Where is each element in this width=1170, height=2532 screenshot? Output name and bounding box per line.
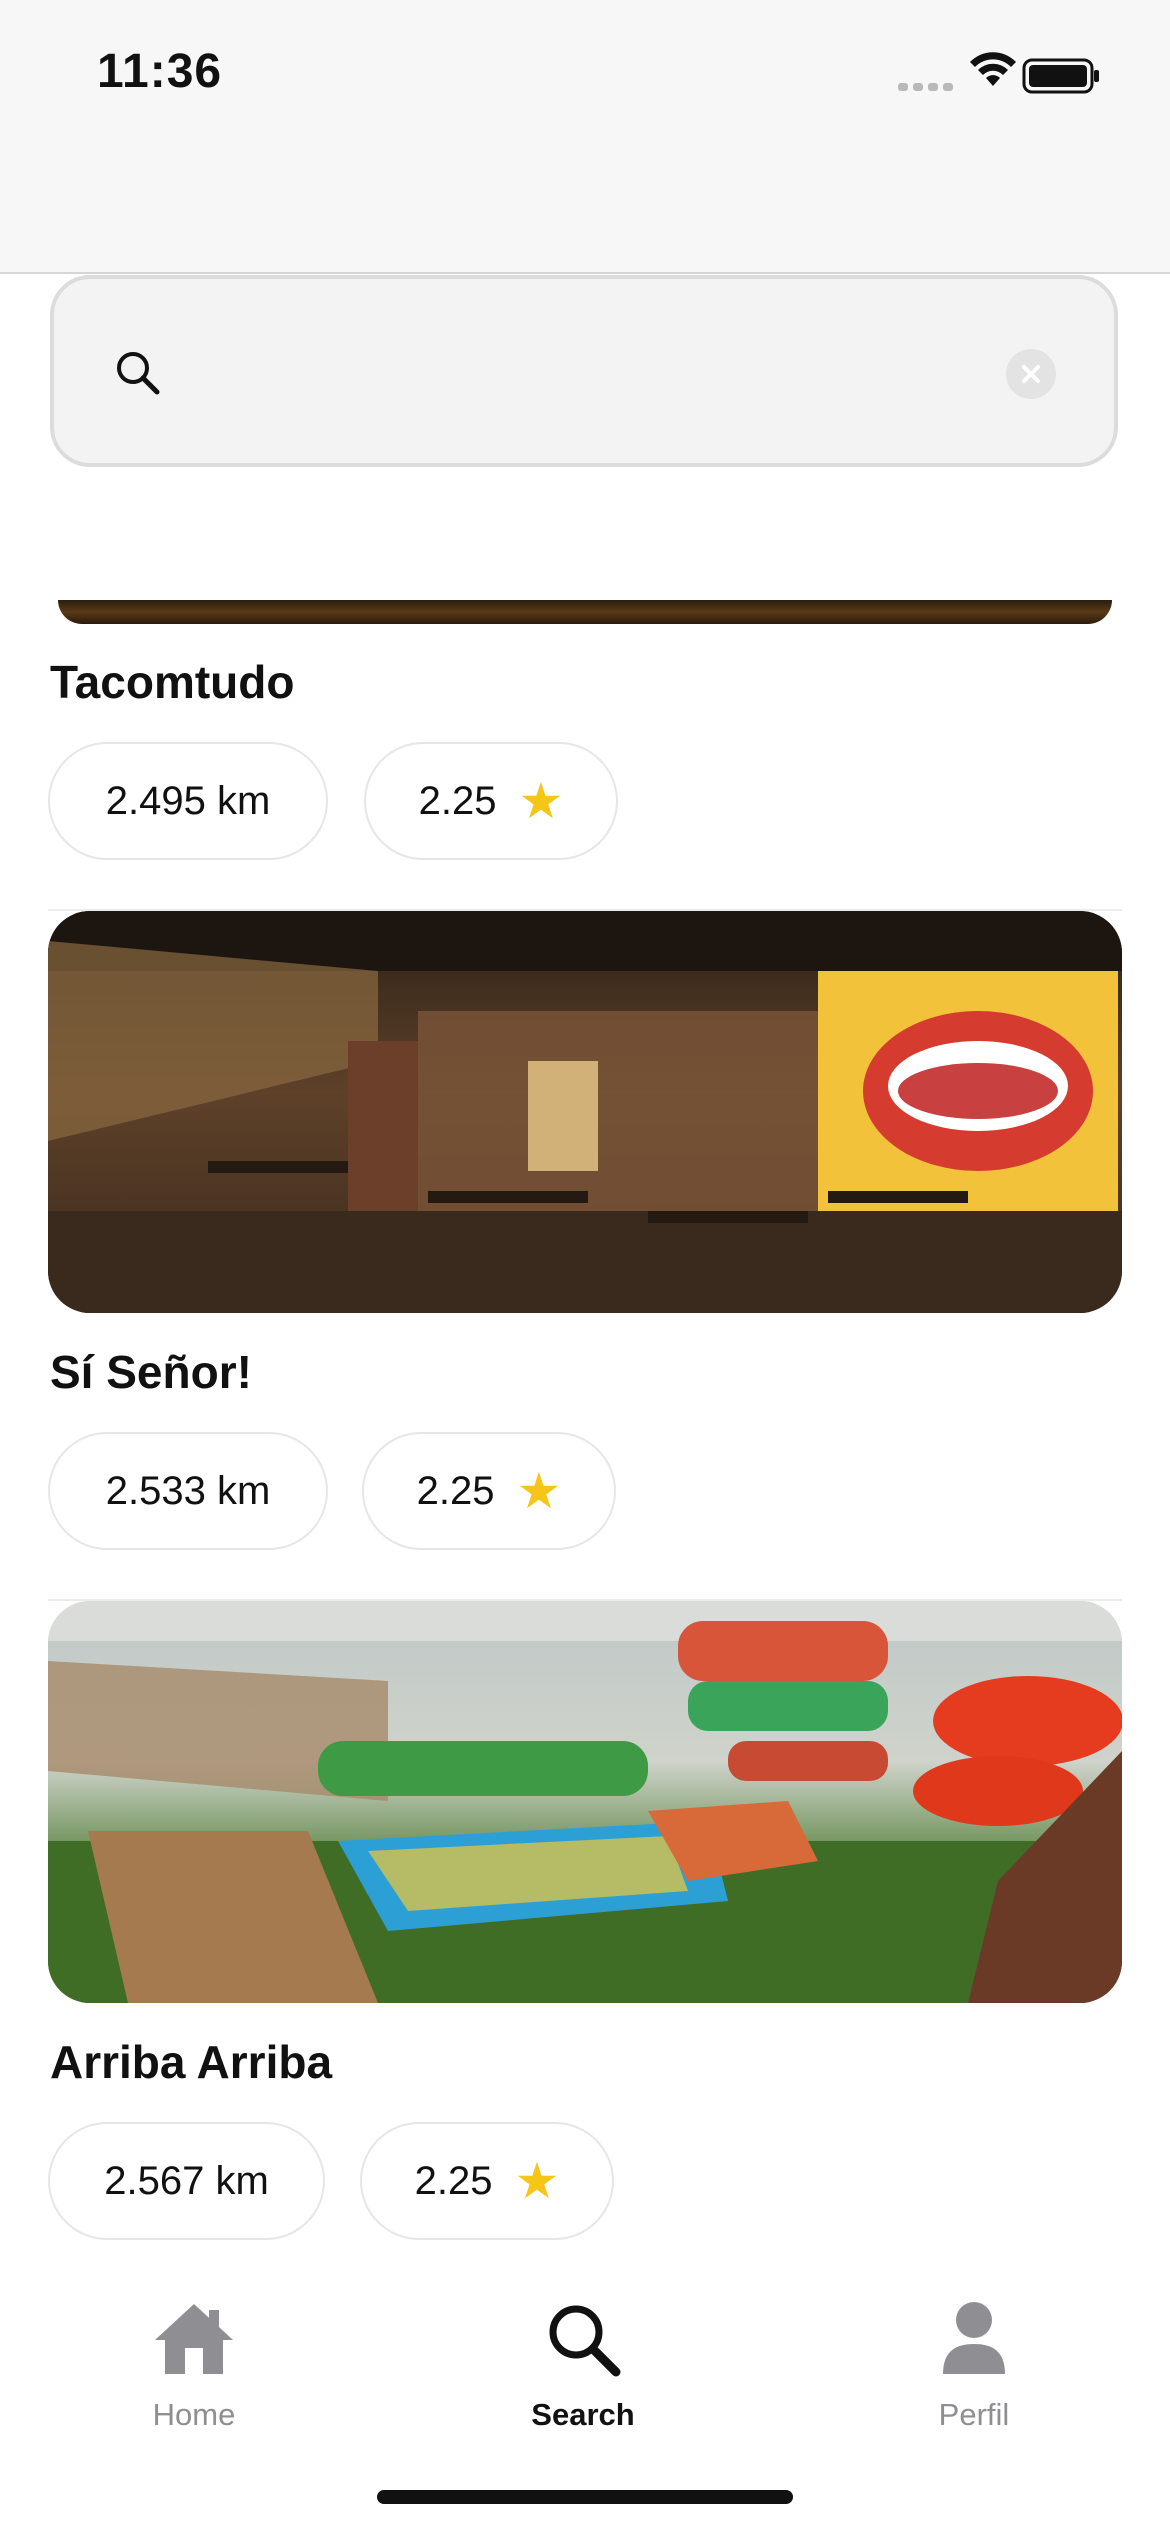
navigation-header: 11:36 (0, 0, 1170, 274)
clear-search-icon[interactable] (1006, 349, 1056, 399)
restaurant-photo (48, 1601, 1122, 2003)
distance-pill: 2.533 km (48, 1432, 328, 1550)
restaurant-image[interactable] (58, 600, 1112, 624)
restaurant-name: Sí Señor! (50, 1346, 252, 1398)
rating-value: 2.25 (414, 2158, 493, 2203)
star-icon: ★ (518, 773, 564, 829)
tab-home[interactable]: Home (84, 2300, 304, 2433)
distance-pill: 2.495 km (48, 742, 328, 860)
magnifier-icon (549, 2305, 621, 2377)
battery-icon (1022, 58, 1099, 94)
person-icon (943, 2302, 1005, 2374)
status-time: 11:36 (97, 45, 223, 98)
rating-pill: 2.25 ★ (364, 742, 618, 860)
tab-label: Home (152, 2397, 236, 2432)
rating-value: 2.25 (418, 778, 497, 823)
cellular-signal-icon (898, 83, 953, 91)
star-icon: ★ (514, 2153, 560, 2209)
search-field[interactable] (50, 275, 1118, 467)
restaurant-name: Tacomtudo (50, 656, 295, 708)
wifi-icon (970, 52, 1016, 86)
status-icons (898, 50, 1118, 100)
distance-pill: 2.567 km (48, 2122, 325, 2240)
restaurant-image[interactable] (48, 911, 1122, 1313)
search-icon (117, 352, 160, 395)
distance-value: 2.567 km (104, 2158, 269, 2203)
star-icon: ★ (516, 1463, 562, 1519)
rating-value: 2.25 (416, 1468, 495, 1513)
tab-search[interactable]: Search (473, 2300, 693, 2433)
rating-pill: 2.25 ★ (362, 1432, 616, 1550)
search-input[interactable] (184, 329, 1008, 411)
house-icon (155, 2304, 233, 2374)
tab-label: Search (531, 2397, 635, 2432)
restaurant-name: Arriba Arriba (50, 2036, 333, 2088)
rating-pill: 2.25 ★ (360, 2122, 614, 2240)
restaurant-photo (48, 911, 1122, 1313)
restaurant-image[interactable] (48, 1601, 1122, 2003)
distance-value: 2.495 km (105, 778, 271, 823)
tab-label: Perfil (938, 2397, 1010, 2432)
tab-perfil[interactable]: Perfil (864, 2300, 1084, 2433)
home-indicator[interactable] (377, 2490, 793, 2504)
distance-value: 2.533 km (105, 1468, 271, 1513)
